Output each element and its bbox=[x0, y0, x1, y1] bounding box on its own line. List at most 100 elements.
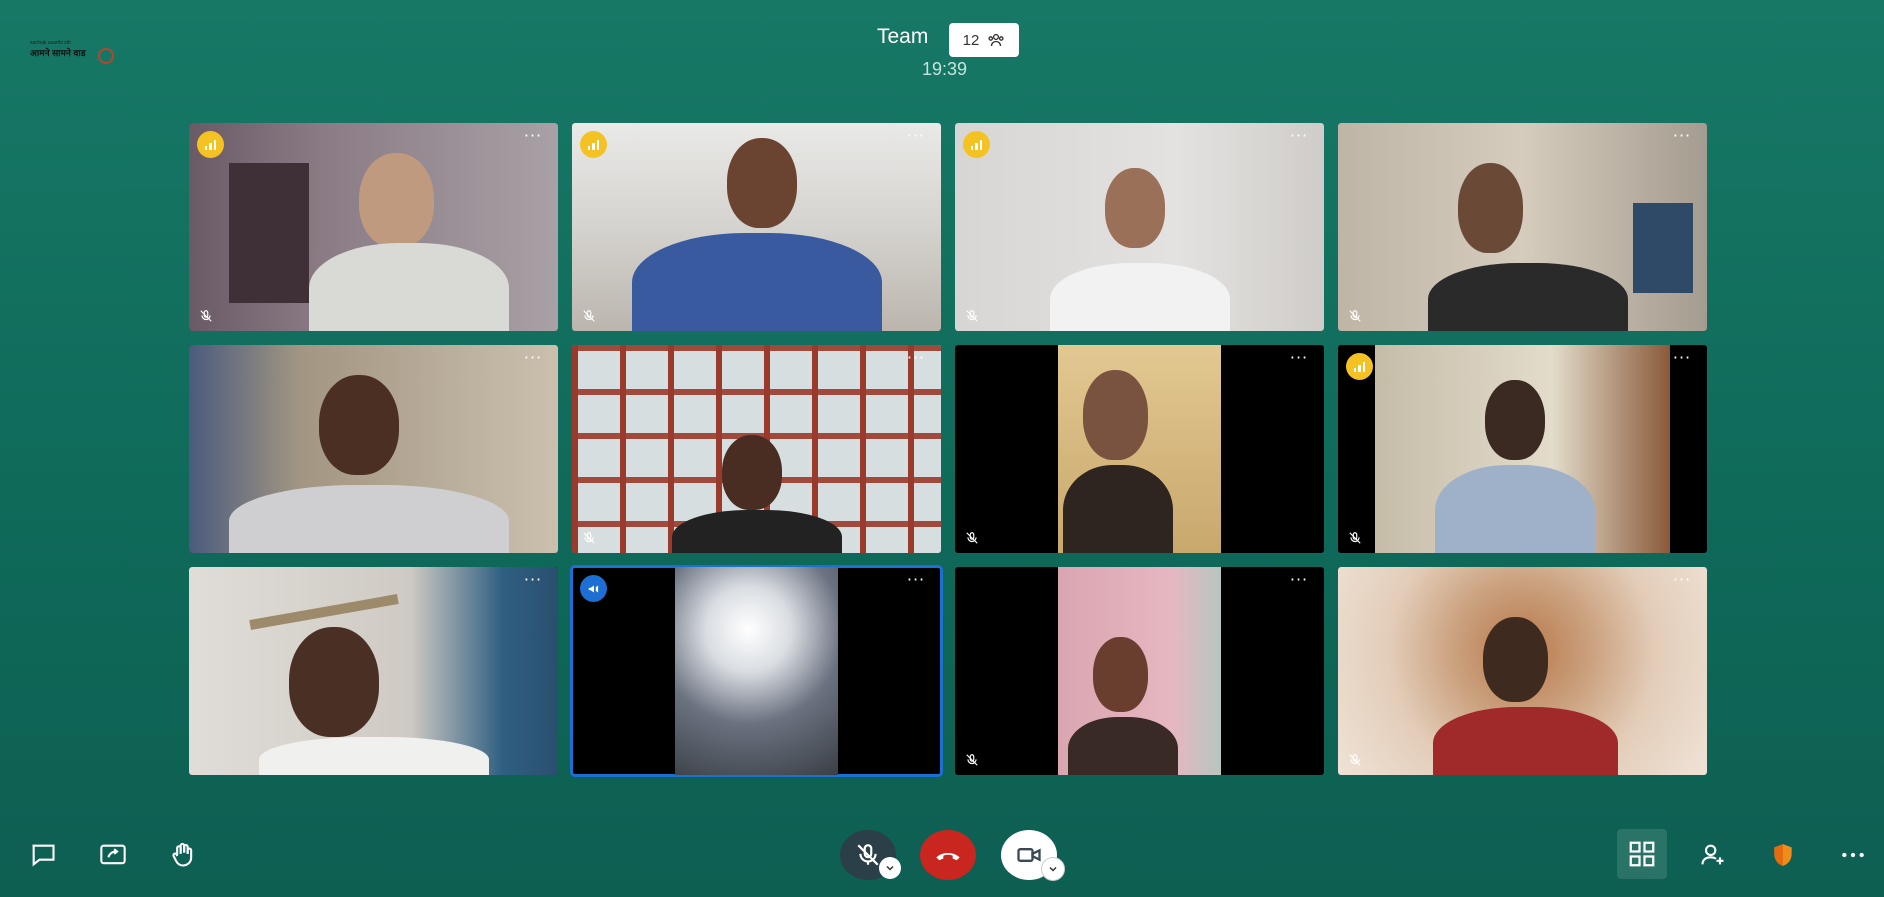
person-body bbox=[672, 510, 842, 553]
video-feed bbox=[1338, 567, 1707, 775]
video-feed bbox=[1058, 567, 1221, 775]
moderator-icon bbox=[580, 575, 607, 602]
mic-muted-icon bbox=[1349, 754, 1361, 766]
audio-settings-button[interactable] bbox=[879, 857, 901, 879]
security-shield-icon bbox=[1774, 844, 1792, 866]
window bbox=[1633, 203, 1693, 293]
person-head bbox=[289, 627, 379, 737]
chat-button[interactable] bbox=[26, 838, 60, 872]
participant-tile[interactable]: ··· bbox=[1338, 345, 1707, 553]
camera-icon bbox=[1017, 848, 1041, 862]
tile-menu-button[interactable]: ··· bbox=[1671, 350, 1693, 367]
share-screen-icon bbox=[100, 844, 126, 865]
mic-muted-icon bbox=[200, 310, 212, 322]
share-screen-button[interactable] bbox=[96, 838, 130, 872]
tile-menu-button[interactable]: ··· bbox=[1288, 350, 1310, 367]
ceiling-fan bbox=[249, 594, 399, 630]
tile-menu-button[interactable]: ··· bbox=[1288, 572, 1310, 589]
person-body bbox=[1434, 465, 1595, 553]
mic-muted-icon bbox=[1349, 310, 1361, 322]
participant-tile[interactable]: ··· bbox=[1338, 567, 1707, 775]
video-feed bbox=[189, 345, 558, 553]
person-head bbox=[319, 375, 399, 475]
tile-menu-button[interactable]: ··· bbox=[1288, 128, 1310, 145]
more-icon bbox=[1842, 852, 1864, 858]
video-feed bbox=[1058, 345, 1221, 553]
participant-tile[interactable]: ··· bbox=[189, 123, 558, 331]
video-feed bbox=[572, 345, 941, 553]
tile-menu-button[interactable]: ··· bbox=[905, 128, 927, 145]
tile-view-button[interactable] bbox=[1617, 829, 1667, 879]
curtain bbox=[229, 163, 309, 303]
person-head bbox=[722, 435, 782, 510]
person-body bbox=[259, 737, 489, 775]
participant-tile[interactable]: ··· bbox=[572, 123, 941, 331]
person-body bbox=[1068, 717, 1179, 775]
tile-menu-button[interactable]: ··· bbox=[905, 350, 927, 367]
participant-tile[interactable]: ··· bbox=[189, 345, 558, 553]
raise-hand-button[interactable] bbox=[166, 838, 200, 872]
mic-muted-icon bbox=[1349, 532, 1361, 544]
video-feed bbox=[675, 567, 838, 775]
person-body bbox=[632, 233, 882, 331]
person-body bbox=[309, 243, 509, 331]
participant-count: 12 bbox=[962, 31, 980, 49]
video-feed bbox=[1374, 345, 1671, 553]
logo-mark-icon bbox=[98, 48, 114, 64]
video-grid: ··· ··· ··· ··· ··· ··· ··· ··· ··· ··· … bbox=[189, 123, 1707, 777]
person-body bbox=[229, 485, 509, 553]
tile-menu-button[interactable]: ··· bbox=[522, 128, 544, 145]
person-head bbox=[1105, 168, 1165, 248]
conference-title: Team bbox=[877, 25, 929, 48]
person-body bbox=[1063, 465, 1174, 553]
more-options-button[interactable] bbox=[1836, 838, 1870, 872]
participant-tile[interactable]: ··· bbox=[955, 345, 1324, 553]
person-body bbox=[1050, 263, 1230, 331]
participant-tile[interactable]: ··· bbox=[189, 567, 558, 775]
mic-muted-icon bbox=[966, 532, 978, 544]
participant-count-button[interactable]: 12 bbox=[949, 23, 1019, 57]
tile-menu-button[interactable]: ··· bbox=[905, 572, 927, 589]
person-head bbox=[359, 153, 434, 248]
person-head bbox=[1483, 617, 1548, 702]
video-feed bbox=[189, 567, 558, 775]
mic-muted-icon bbox=[583, 310, 595, 322]
video-feed bbox=[572, 123, 941, 331]
participant-tile[interactable]: ··· bbox=[572, 345, 941, 553]
person-head bbox=[1484, 380, 1545, 460]
hangup-icon bbox=[936, 852, 960, 861]
video-settings-button[interactable] bbox=[1041, 857, 1065, 881]
tile-menu-button[interactable]: ··· bbox=[1671, 128, 1693, 145]
participant-tile[interactable]: ··· bbox=[1338, 123, 1707, 331]
mic-muted-icon bbox=[966, 310, 978, 322]
app-logo: sarthak saarthi sth आमने सामने वाड bbox=[30, 40, 115, 70]
chat-icon bbox=[32, 844, 55, 867]
invite-button[interactable] bbox=[1696, 838, 1730, 872]
chevron-down-icon bbox=[1049, 866, 1057, 872]
connection-quality-icon[interactable] bbox=[1346, 353, 1373, 380]
participant-tile-active-speaker[interactable]: ··· bbox=[570, 565, 943, 777]
security-options-button[interactable] bbox=[1766, 838, 1800, 872]
connection-quality-icon[interactable] bbox=[580, 131, 607, 158]
tile-menu-button[interactable]: ··· bbox=[522, 572, 544, 589]
person-body bbox=[1433, 707, 1618, 775]
tile-menu-button[interactable]: ··· bbox=[522, 350, 544, 367]
mic-muted-icon bbox=[583, 532, 595, 544]
tile-menu-button[interactable]: ··· bbox=[1671, 572, 1693, 589]
participants-icon bbox=[988, 33, 1004, 47]
raise-hand-icon bbox=[172, 842, 193, 867]
person-head bbox=[1458, 163, 1523, 253]
person-head bbox=[727, 138, 797, 228]
video-feed bbox=[1338, 123, 1707, 331]
tile-view-icon bbox=[1629, 841, 1655, 867]
chevron-down-icon bbox=[886, 865, 894, 871]
participant-tile[interactable]: ··· bbox=[955, 567, 1324, 775]
connection-quality-icon[interactable] bbox=[197, 131, 224, 158]
video-feed bbox=[189, 123, 558, 331]
participant-tile[interactable]: ··· bbox=[955, 123, 1324, 331]
invite-icon bbox=[1701, 844, 1724, 865]
connection-quality-icon[interactable] bbox=[963, 131, 990, 158]
microphone-muted-icon bbox=[857, 844, 879, 866]
person-head bbox=[1083, 370, 1149, 460]
hangup-button[interactable] bbox=[920, 830, 976, 880]
